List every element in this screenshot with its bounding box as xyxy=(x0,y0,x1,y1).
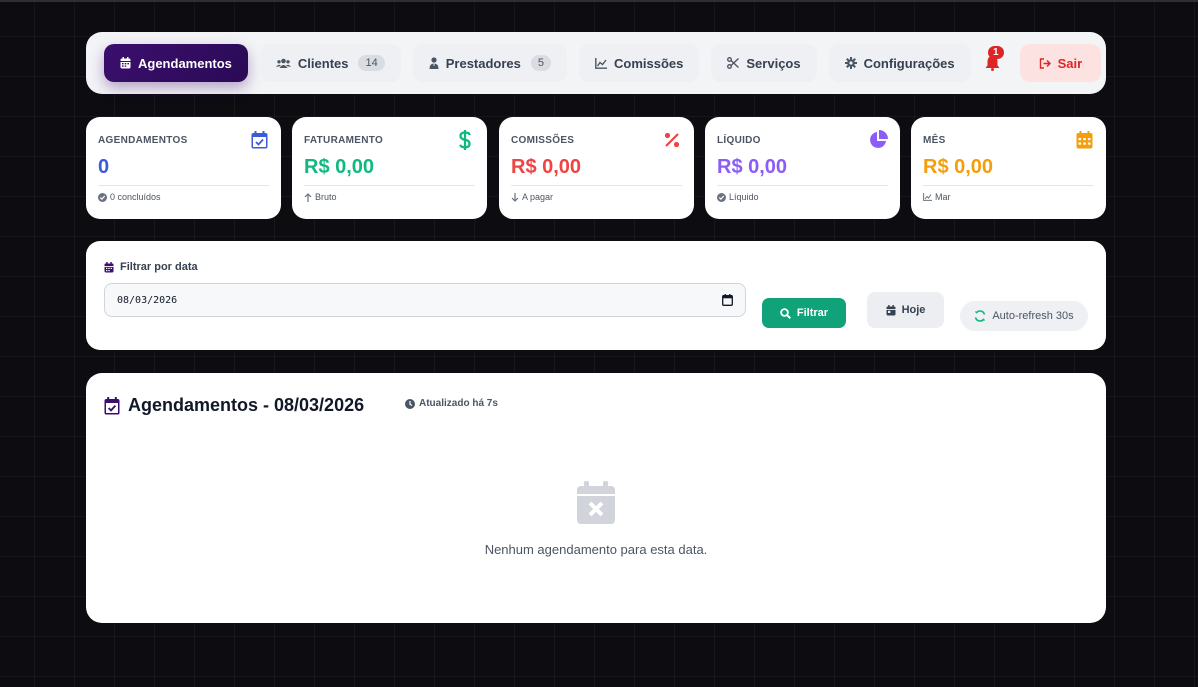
stat-footer-text: Bruto xyxy=(315,192,337,202)
check-circle-icon xyxy=(717,192,726,202)
stat-footer: Líquido xyxy=(717,192,888,202)
appointments-header: Agendamentos - 08/03/2026 xyxy=(104,395,364,416)
notifications-button[interactable]: 1 xyxy=(985,44,1004,82)
stat-label: FATURAMENTO xyxy=(304,135,384,146)
tab-agendamentos[interactable]: Agendamentos xyxy=(104,44,248,82)
calendar-check-icon xyxy=(249,130,269,150)
tab-label: Serviços xyxy=(746,55,801,71)
stat-footer: Mar xyxy=(923,192,1094,202)
stat-label: COMISSÕES xyxy=(511,135,575,146)
stat-footer-text: 0 concluídos xyxy=(110,192,161,202)
stat-footer: A pagar xyxy=(511,192,682,202)
tab-label: Prestadores xyxy=(445,55,521,71)
arrow-up-icon xyxy=(304,192,312,202)
divider xyxy=(304,185,475,186)
chart-line-icon xyxy=(923,193,932,201)
tab-label: Clientes xyxy=(297,55,349,71)
clients-count-badge: 14 xyxy=(358,55,385,71)
check-circle-icon xyxy=(98,192,107,202)
stat-value: R$ 0,00 xyxy=(923,156,994,178)
sync-icon xyxy=(975,310,986,322)
gear-icon xyxy=(844,57,857,69)
tab-label: Comissões xyxy=(614,55,684,71)
date-input-value: 08/03/2026 xyxy=(117,294,178,306)
divider xyxy=(511,185,682,186)
tab-configuracoes[interactable]: Configurações xyxy=(828,44,971,82)
stat-footer: 0 concluídos xyxy=(98,192,269,202)
stat-label: MÊS xyxy=(923,135,946,146)
calendar-picker-icon[interactable] xyxy=(722,294,733,306)
calendar-day-icon xyxy=(886,304,896,315)
pie-chart-icon xyxy=(868,130,888,150)
stat-footer-text: Mar xyxy=(935,192,951,202)
divider xyxy=(717,185,888,186)
filter-label: Filtrar por data xyxy=(104,261,198,273)
stat-label: LÍQUIDO xyxy=(717,135,761,146)
filter-button-label: Filtrar xyxy=(796,307,829,319)
divider xyxy=(98,185,269,186)
date-filter-panel: Filtrar por data 08/03/2026 Filtrar Hoje… xyxy=(86,241,1106,350)
appointments-panel: Agendamentos - 08/03/2026 Atualizado há … xyxy=(86,373,1106,623)
date-input[interactable]: 08/03/2026 xyxy=(104,283,746,317)
stat-card-liquido: LÍQUIDO R$ 0,00 Líquido xyxy=(705,117,900,219)
auto-refresh-label: Auto-refresh 30s xyxy=(992,310,1074,322)
today-button[interactable]: Hoje xyxy=(867,292,944,328)
calendar-month-icon xyxy=(1074,130,1094,150)
last-updated-text: Atualizado há 7s xyxy=(419,398,498,409)
clock-icon xyxy=(405,398,415,409)
calendar-x-icon xyxy=(577,481,615,524)
stat-footer-text: Líquido xyxy=(729,192,759,202)
providers-count-badge: 5 xyxy=(530,55,552,71)
logout-label: Sair xyxy=(1057,55,1083,71)
stat-value: R$ 0,00 xyxy=(717,156,788,178)
stat-card-agendamentos: AGENDAMENTOS 0 0 concluídos xyxy=(86,117,281,219)
calendar-icon xyxy=(120,57,131,69)
users-icon xyxy=(275,58,291,68)
tab-servicos[interactable]: Serviços xyxy=(711,44,817,82)
filter-button[interactable]: Filtrar xyxy=(762,298,846,328)
stat-card-faturamento: FATURAMENTO R$ 0,00 Bruto xyxy=(292,117,487,219)
scissors-icon xyxy=(727,57,740,69)
stat-value: 0 xyxy=(98,156,110,178)
stat-label: AGENDAMENTOS xyxy=(98,135,188,146)
sign-out-icon xyxy=(1039,57,1051,69)
tab-label: Agendamentos xyxy=(138,55,232,71)
last-updated: Atualizado há 7s xyxy=(405,398,498,409)
window-top-border xyxy=(0,0,1198,2)
tab-label: Configurações xyxy=(863,55,955,71)
tab-comissoes[interactable]: Comissões xyxy=(579,44,700,82)
divider xyxy=(923,185,1094,186)
empty-state-message: Nenhum agendamento para esta data. xyxy=(484,542,708,557)
logout-button[interactable]: Sair xyxy=(1019,44,1102,82)
stat-value: R$ 0,00 xyxy=(511,156,582,178)
percent-icon xyxy=(662,130,682,150)
stat-value: R$ 0,00 xyxy=(304,156,375,178)
calendar-check-icon xyxy=(104,396,120,414)
filter-label-text: Filtrar por data xyxy=(120,261,198,273)
stat-footer-text: A pagar xyxy=(522,192,554,202)
stat-footer: Bruto xyxy=(304,192,475,202)
top-navigation: Agendamentos Clientes 14 Prestadores 5 C… xyxy=(86,32,1106,94)
today-button-label: Hoje xyxy=(901,304,926,316)
arrow-down-icon xyxy=(511,192,519,202)
stat-card-mes: MÊS R$ 0,00 Mar xyxy=(911,117,1106,219)
page-title: Agendamentos - 08/03/2026 xyxy=(128,395,365,415)
stat-card-comissoes: COMISSÕES R$ 0,00 A pagar xyxy=(499,117,694,219)
chart-line-icon xyxy=(595,57,608,69)
user-tie-icon xyxy=(429,57,439,69)
auto-refresh-indicator: Auto-refresh 30s xyxy=(960,301,1088,331)
notification-count-badge: 1 xyxy=(988,46,1004,59)
dollar-icon xyxy=(455,130,475,150)
tab-clientes[interactable]: Clientes 14 xyxy=(259,44,401,82)
search-icon xyxy=(780,307,791,319)
calendar-icon xyxy=(104,261,114,272)
tab-prestadores[interactable]: Prestadores 5 xyxy=(412,44,568,82)
